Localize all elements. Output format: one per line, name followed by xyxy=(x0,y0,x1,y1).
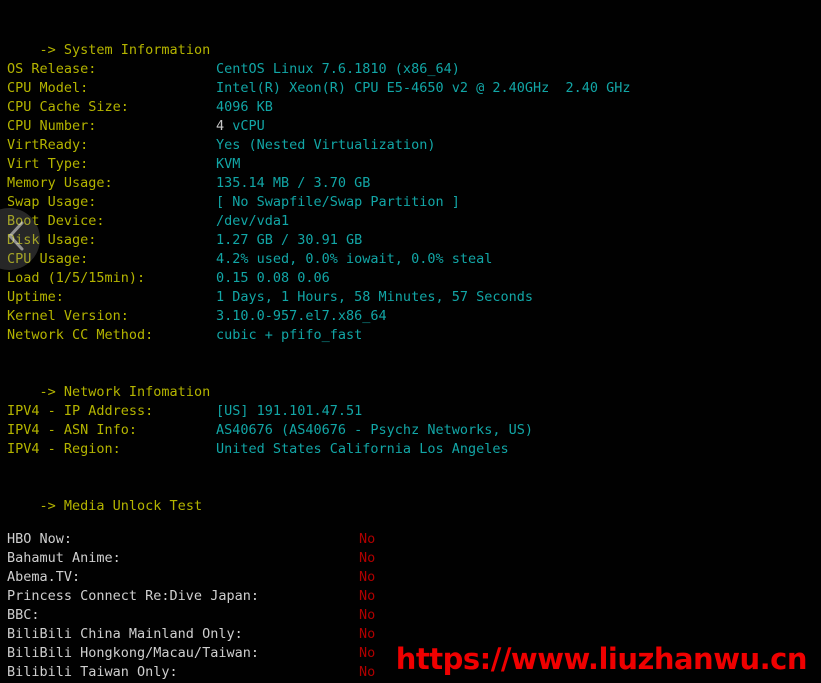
info-row: VirtReady: Yes (Nested Virtualization) xyxy=(0,136,821,155)
info-row-label: Memory Usage: xyxy=(7,175,113,191)
info-row-label: IPV4 - ASN Info: xyxy=(7,422,138,438)
section-heading-system-text: -> System Information xyxy=(39,42,211,58)
media-unlock-status: No xyxy=(359,588,376,604)
info-row-value: [ No Swapfile/Swap Partition ] xyxy=(216,194,460,210)
media-unlock-status: No xyxy=(359,664,376,680)
info-row-value: /dev/vda1 xyxy=(216,213,290,229)
chevron-left-icon xyxy=(0,220,27,258)
watermark-url: https://www.liuzhanwu.cn xyxy=(395,642,808,676)
info-row: CPU Cache Size: 4096 KB xyxy=(0,98,821,117)
media-unlock-label: Princess Connect Re:Dive Japan: xyxy=(7,588,259,604)
info-row-value: Intel(R) Xeon(R) CPU E5-4650 v2 @ 2.40GH… xyxy=(216,80,631,96)
section-heading-media-text: -> Media Unlock Test xyxy=(39,498,203,514)
info-row-label: Swap Usage: xyxy=(7,194,97,210)
media-unlock-status: No xyxy=(359,645,376,661)
info-row-label: CPU Number: xyxy=(7,118,97,134)
info-row-label: IPV4 - IP Address: xyxy=(7,403,154,419)
info-row: Disk Usage: 1.27 GB / 30.91 GB xyxy=(0,231,821,250)
info-row-value: 4096 KB xyxy=(216,99,273,115)
info-row-label: CPU Model: xyxy=(7,80,89,96)
info-row-value: CentOS Linux 7.6.1810 (x86_64) xyxy=(216,61,460,77)
info-row-label: IPV4 - Region: xyxy=(7,441,121,457)
info-row: CPU Usage: 4.2% used, 0.0% iowait, 0.0% s… xyxy=(0,250,821,269)
media-unlock-row: HBO Now: No xyxy=(0,530,821,549)
info-row-label: VirtReady: xyxy=(7,137,89,153)
section-heading-system: -> System Information xyxy=(0,22,821,58)
info-row-label: Kernel Version: xyxy=(7,308,129,324)
media-unlock-status: No xyxy=(359,531,376,547)
system-info-list: OS Release: CentOS Linux 7.6.1810 (x86_64… xyxy=(0,60,821,345)
info-row: CPU Number: 4 vCPU xyxy=(0,117,821,136)
info-row: IPV4 - Region: United States California L… xyxy=(0,440,821,459)
info-row-value: 1.27 GB / 30.91 GB xyxy=(216,232,363,248)
media-unlock-status: No xyxy=(359,626,376,642)
info-row: OS Release: CentOS Linux 7.6.1810 (x86_64… xyxy=(0,60,821,79)
section-heading-network: -> Network Infomation xyxy=(0,364,821,400)
info-row-value: 1 Days, 1 Hours, 58 Minutes, 57 Seconds xyxy=(216,289,533,305)
info-row-value: KVM xyxy=(216,156,241,172)
media-unlock-label: HBO Now: xyxy=(7,531,73,547)
info-row-value: 3.10.0-957.el7.x86_64 xyxy=(216,308,387,324)
info-row-value: [US] 191.101.47.51 xyxy=(216,403,363,419)
info-row-value: Yes (Nested Virtualization) xyxy=(216,137,436,153)
info-row: IPV4 - IP Address: [US] 191.101.47.51 xyxy=(0,402,821,421)
info-row-label: CPU Usage: xyxy=(7,251,89,267)
media-unlock-status: No xyxy=(359,569,376,585)
info-row-value: AS40676 (AS40676 - Psychz Networks, US) xyxy=(216,422,533,438)
media-unlock-row: Princess Connect Re:Dive Japan: No xyxy=(0,587,821,606)
info-row: Load (1/5/15min): 0.15 0.08 0.06 xyxy=(0,269,821,288)
media-unlock-label: BiliBili Hongkong/Macau/Taiwan: xyxy=(7,645,259,661)
info-row-label: Uptime: xyxy=(7,289,64,305)
section-heading-network-text: -> Network Infomation xyxy=(39,384,211,400)
media-unlock-status: No xyxy=(359,550,376,566)
media-unlock-label: BiliBili China Mainland Only: xyxy=(7,626,243,642)
info-row-value: 135.14 MB / 3.70 GB xyxy=(216,175,371,191)
info-row: Network CC Method: cubic + pfifo_fast xyxy=(0,326,821,345)
media-unlock-row: Bahamut Anime: No xyxy=(0,549,821,568)
info-row-label: Virt Type: xyxy=(7,156,89,172)
info-row: Virt Type: KVM xyxy=(0,155,821,174)
network-info-list: IPV4 - IP Address: [US] 191.101.47.51 IPV4… xyxy=(0,402,821,459)
section-heading-media: -> Media Unlock Test xyxy=(0,478,821,514)
info-row-label: CPU Cache Size: xyxy=(7,99,129,115)
media-unlock-label: Bilibili Taiwan Only: xyxy=(7,664,178,680)
info-row-value: 4.2% used, 0.0% iowait, 0.0% steal xyxy=(216,251,493,267)
info-row: Boot Device:/dev/vda1 xyxy=(0,212,821,231)
info-row-value: 0.15 0.08 0.06 xyxy=(216,270,330,286)
media-unlock-label: Bahamut Anime: xyxy=(7,550,121,566)
info-row-label: OS Release: xyxy=(7,61,97,77)
media-unlock-label: BBC: xyxy=(7,607,40,623)
info-row-value: vCPU xyxy=(232,118,265,134)
info-row-value: United States California Los Angeles xyxy=(216,441,509,457)
info-row: IPV4 - ASN Info: AS40676 (AS40676 - Psych… xyxy=(0,421,821,440)
info-row-label: Load (1/5/15min): xyxy=(7,270,146,286)
info-row-label: Network CC Method: xyxy=(7,327,154,343)
info-row-value-plain: 4 xyxy=(216,118,233,134)
info-row: Uptime: 1 Days, 1 Hours, 58 Minutes, 57 S… xyxy=(0,288,821,307)
media-unlock-status: No xyxy=(359,607,376,623)
info-row: CPU Model: Intel(R) Xeon(R) CPU E5-4650 v… xyxy=(0,79,821,98)
media-unlock-label: Abema.TV: xyxy=(7,569,81,585)
terminal-output: -> System Information OS Release: CentOS … xyxy=(0,0,821,683)
info-row: Kernel Version: 3.10.0-957.el7.x86_64 xyxy=(0,307,821,326)
info-row: Memory Usage: 135.14 MB / 3.70 GB xyxy=(0,174,821,193)
top-padding xyxy=(0,0,821,22)
info-row: Swap Usage: [ No Swapfile/Swap Partition … xyxy=(0,193,821,212)
info-row-value: cubic + pfifo_fast xyxy=(216,327,363,343)
media-unlock-row: BBC: No xyxy=(0,606,821,625)
media-unlock-row: Abema.TV: No xyxy=(0,568,821,587)
